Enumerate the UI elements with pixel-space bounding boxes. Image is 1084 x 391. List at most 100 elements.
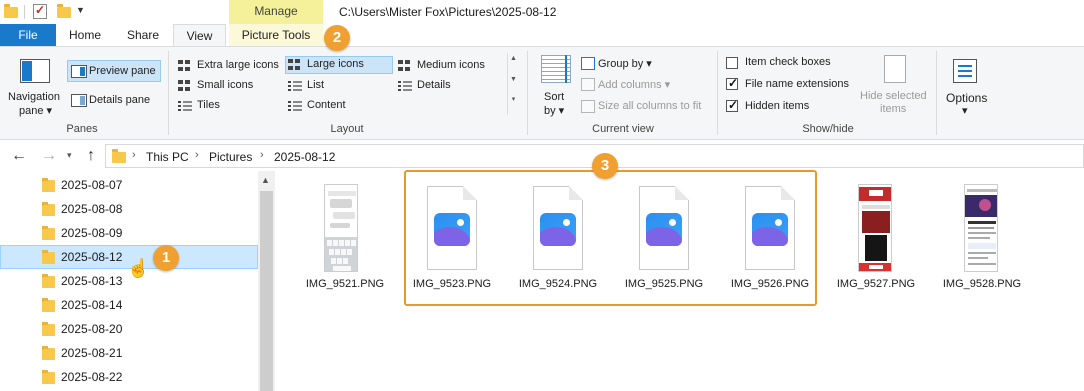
chevron-down-icon[interactable]: ▼: [508, 76, 519, 83]
tab-file[interactable]: File: [0, 24, 56, 46]
large-icons-label: Large icons: [307, 58, 364, 70]
step-badge-1: 1: [153, 245, 179, 271]
chevron-right-icon[interactable]: ›: [132, 149, 136, 161]
hidden-items-label: Hidden items: [745, 100, 810, 112]
scroll-thumb[interactable]: [260, 191, 273, 391]
recent-locations-icon[interactable]: ▾: [67, 150, 72, 161]
size-all-columns-label: Size all columns to fit: [598, 100, 702, 112]
size-all-columns-button[interactable]: Size all columns to fit: [579, 98, 713, 116]
tab-view[interactable]: View: [173, 24, 226, 47]
layout-content[interactable]: Content: [286, 97, 392, 115]
item-check-boxes-label: Item check boxes: [745, 56, 831, 68]
customize-qat-icon[interactable]: ▼: [76, 5, 85, 15]
step-badge-2: 2: [324, 25, 350, 51]
tiles-icon: [178, 100, 192, 112]
add-columns-icon: [581, 78, 595, 91]
folder-icon: [42, 298, 55, 312]
chevron-right-icon[interactable]: ›: [260, 149, 264, 161]
expand-gallery-icon[interactable]: ▾: [508, 95, 519, 103]
details-pane-icon: [71, 94, 87, 107]
chevron-up-icon[interactable]: ▲: [261, 175, 270, 185]
preview-pane-button[interactable]: Preview pane: [67, 60, 161, 82]
image-thumbnail: [964, 184, 998, 272]
breadcrumb-this-pc[interactable]: This PC: [146, 150, 189, 164]
tree-item-label: 2025-08-13: [61, 274, 123, 288]
tree-item[interactable]: 2025-08-09: [0, 221, 258, 245]
tree-item-label: 2025-08-22: [61, 370, 123, 384]
preview-pane-icon: [71, 65, 87, 78]
manage-tab[interactable]: Manage: [229, 0, 323, 24]
ribbon-tabs: File Home Share View Picture Tools: [0, 24, 1084, 47]
navigation-pane-label: Navigation: [8, 91, 60, 103]
folder-icon: [42, 226, 55, 240]
selection-highlight-box: [404, 170, 817, 306]
layout-large-icons[interactable]: Large icons: [285, 56, 393, 74]
details-pane-label: Details pane: [89, 94, 151, 106]
layout-extra-large-icons[interactable]: Extra large icons: [176, 57, 282, 75]
show-hide-group-label: Show/hide: [802, 123, 854, 135]
tab-home[interactable]: Home: [60, 24, 110, 46]
details-pane-button[interactable]: Details pane: [67, 91, 161, 111]
layout-details[interactable]: Details: [396, 77, 504, 95]
file-name: IMG_9521.PNG: [305, 278, 385, 290]
file-item[interactable]: IMG_9521.PNG: [295, 171, 395, 301]
folder-icon: [4, 4, 18, 18]
preview-pane-label: Preview pane: [89, 65, 156, 77]
breadcrumb-pictures[interactable]: Pictures: [209, 150, 252, 164]
group-by-icon: [581, 57, 595, 70]
breadcrumb-current-folder[interactable]: 2025-08-12: [274, 150, 335, 164]
tab-picture-tools[interactable]: Picture Tools: [229, 24, 323, 46]
chevron-up-icon[interactable]: ▲: [508, 55, 519, 62]
window-title-path: C:\Users\Mister Fox\Pictures\2025-08-12: [339, 5, 557, 19]
ribbon: Navigation pane ▾ Preview pane Details p…: [0, 46, 1084, 140]
hidden-items-checkbox[interactable]: [726, 98, 738, 112]
file-name-extensions-checkbox[interactable]: [726, 76, 738, 90]
tree-item[interactable]: 2025-08-22: [0, 365, 258, 389]
layout-tiles[interactable]: Tiles: [176, 97, 282, 115]
sort-by-label-2: by ▾: [544, 105, 565, 117]
chevron-right-icon[interactable]: ›: [195, 149, 199, 161]
small-icons-label: Small icons: [197, 79, 254, 91]
small-icons-icon: [178, 80, 192, 92]
file-item[interactable]: IMG_9527.PNG: [826, 171, 926, 301]
tab-share[interactable]: Share: [118, 24, 168, 46]
new-folder-icon[interactable]: [57, 4, 71, 18]
back-arrow-icon[interactable]: ←: [11, 147, 27, 165]
tree-item-label: 2025-08-08: [61, 202, 123, 216]
layout-medium-icons[interactable]: Medium icons: [396, 57, 504, 75]
layout-small-icons[interactable]: Small icons: [176, 77, 282, 95]
content-icon: [288, 100, 302, 112]
tree-item-label: 2025-08-09: [61, 226, 123, 240]
group-by-button[interactable]: Group by ▾: [579, 55, 669, 73]
hand-cursor-icon: ☝: [127, 258, 150, 278]
layout-list[interactable]: List: [286, 77, 392, 95]
large-icons-icon: [288, 59, 302, 71]
medium-icons-label: Medium icons: [417, 59, 485, 71]
folder-icon: [42, 370, 55, 384]
folder-icon: [42, 178, 55, 192]
tree-item-label: 2025-08-12: [61, 250, 123, 264]
group-by-label: Group by ▾: [598, 58, 652, 70]
sort-arrow-icon: [565, 55, 569, 83]
properties-icon[interactable]: [33, 3, 47, 19]
nav-pane-scrollbar[interactable]: ▲: [258, 171, 275, 391]
file-item[interactable]: IMG_9528.PNG: [932, 171, 1032, 301]
navigation-pane-icon: [20, 59, 50, 83]
file-name-extensions-label: File name extensions: [745, 78, 849, 90]
current-view-group-label: Current view: [592, 123, 654, 135]
layout-gallery-scroll[interactable]: ▲ ▼ ▾: [507, 53, 519, 115]
details-icon: [398, 80, 412, 92]
tree-item-label: 2025-08-14: [61, 298, 123, 312]
tree-item[interactable]: 2025-08-08: [0, 197, 258, 221]
tree-item[interactable]: 2025-08-07: [0, 173, 258, 197]
tree-item[interactable]: 2025-08-20: [0, 317, 258, 341]
tree-item[interactable]: 2025-08-21: [0, 341, 258, 365]
extra-large-icons-icon: [178, 60, 192, 72]
hide-selected-items-icon: [884, 55, 906, 83]
add-columns-button[interactable]: Add columns ▾: [579, 76, 679, 94]
tree-item[interactable]: 2025-08-14: [0, 293, 258, 317]
forward-arrow-icon[interactable]: →: [41, 147, 57, 165]
up-arrow-icon[interactable]: ↑: [87, 147, 95, 165]
sort-by-label: Sort: [544, 91, 565, 103]
item-check-boxes-checkbox[interactable]: [726, 57, 738, 69]
